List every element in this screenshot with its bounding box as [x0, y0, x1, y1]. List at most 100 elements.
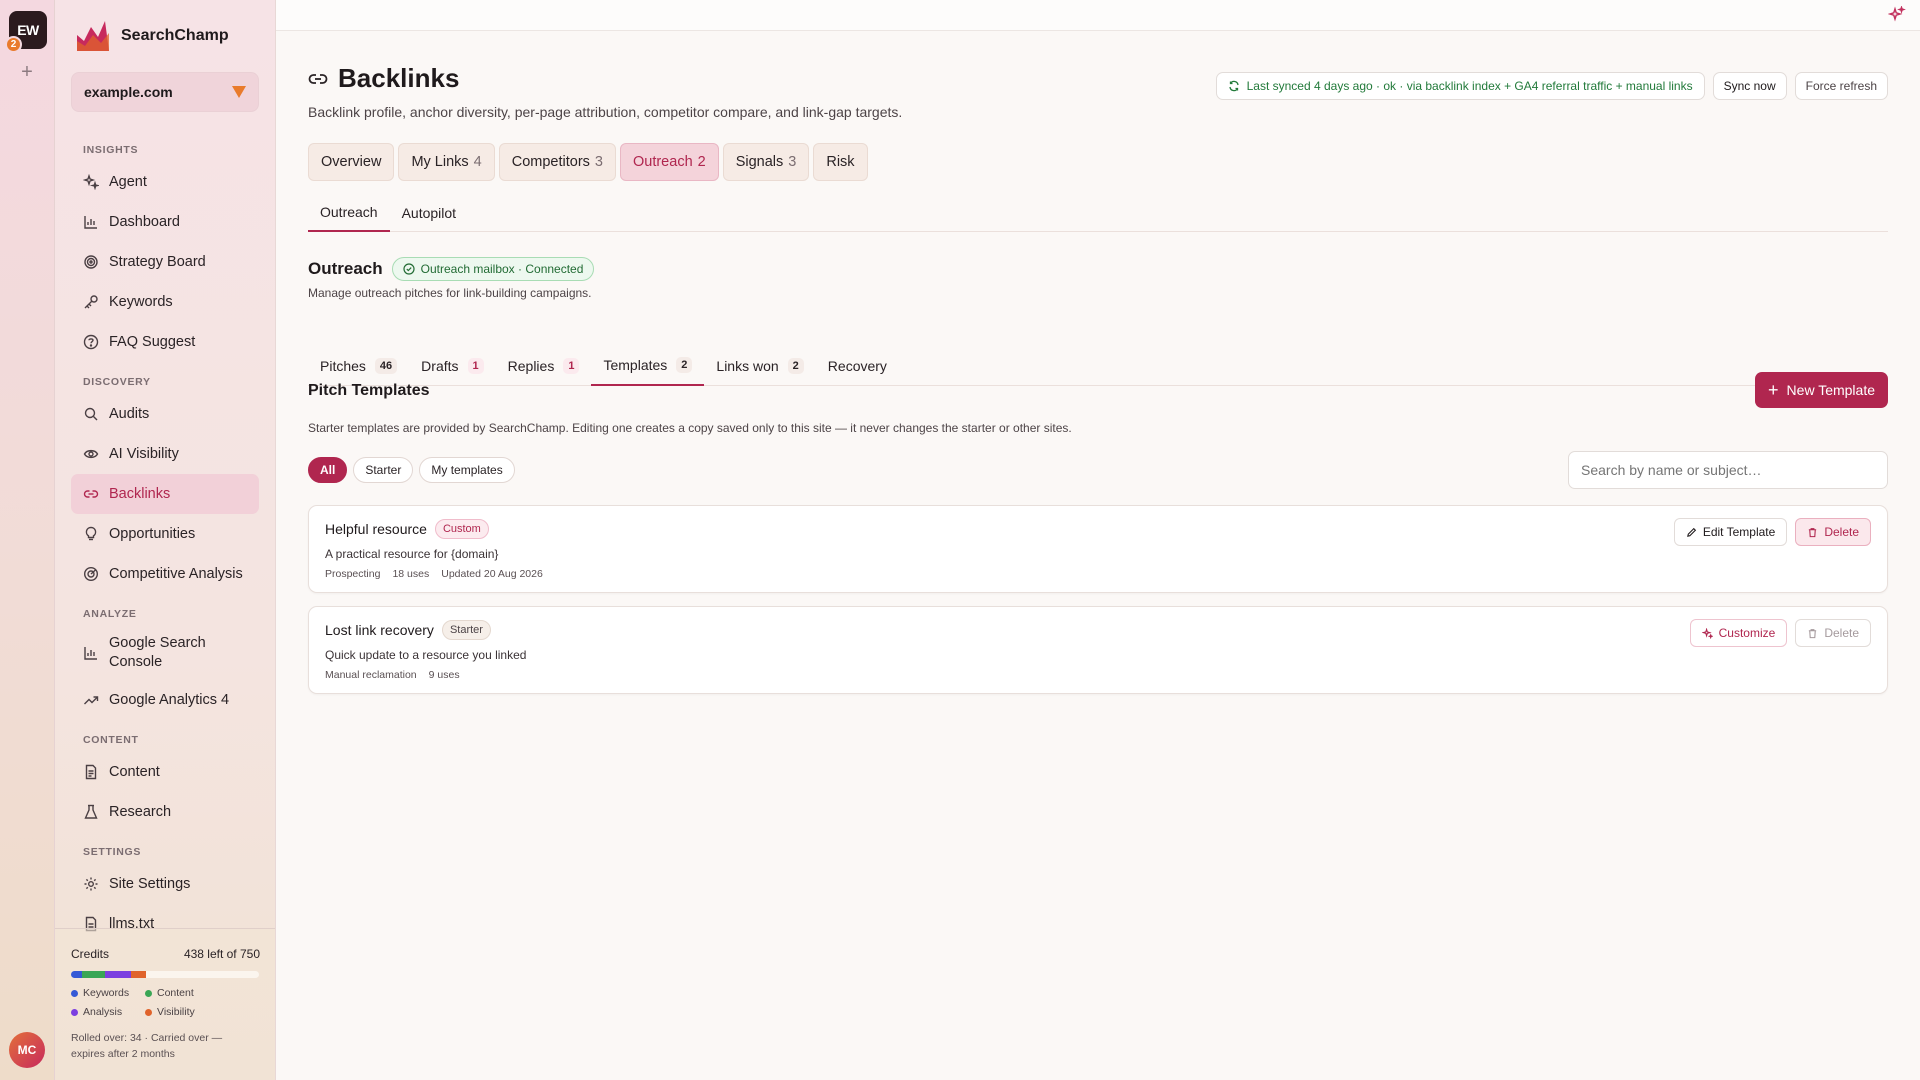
sidebar-item-faq-suggest[interactable]: FAQ Suggest [71, 322, 259, 362]
sidebar-item-label: Agent [109, 173, 147, 190]
tab-count: 3 [594, 154, 603, 170]
site-name: example.com [84, 84, 173, 100]
tab-competitors[interactable]: Competitors 3 [498, 143, 616, 181]
mailbox-status-text: Outreach mailbox · Connected [420, 262, 584, 276]
filter-my-templates[interactable]: My templates [419, 457, 515, 483]
sync-area: Last synced 4 days ago · ok · via backli… [1215, 72, 1888, 100]
tab-my-links[interactable]: My Links 4 [398, 143, 495, 181]
sidebar-item-label: Dashboard [109, 213, 180, 230]
tab-label: Risk [826, 154, 855, 170]
sidebar-item-label: FAQ Suggest [109, 333, 196, 350]
sidebar-item-label: Google Search Console [109, 635, 206, 670]
sidebar-item-competitive-analysis[interactable]: Competitive Analysis [71, 554, 259, 594]
page-title: Backlinks [338, 63, 460, 93]
sidebar-item-strategy-board[interactable]: Strategy Board [71, 242, 259, 282]
sidebar-item-audits[interactable]: Audits [71, 394, 259, 434]
trash-icon [1809, 527, 1817, 537]
link-icon [83, 490, 99, 498]
sidebar-item-label: AI Visibility [109, 445, 179, 462]
site-selector[interactable]: example.com [71, 72, 259, 112]
tab-label: Overview [321, 154, 382, 170]
sidebar-item-content[interactable]: Content [71, 752, 259, 792]
file-text-icon [85, 764, 97, 780]
template-updated: Updated 20 Aug 2026 [441, 568, 543, 580]
flask-icon [84, 804, 98, 819]
filter-starter[interactable]: Starter [353, 457, 414, 483]
button-label: Delete [1824, 525, 1859, 539]
user-avatar[interactable]: MC [9, 1032, 45, 1068]
sidebar-item-backlinks[interactable]: Backlinks [71, 474, 259, 514]
credits-bar-analysis [105, 971, 131, 978]
add-workspace-icon[interactable]: + [17, 62, 37, 82]
button-label: Edit Template [1702, 525, 1776, 539]
delete-template-button[interactable]: Delete [1795, 518, 1871, 546]
new-template-button[interactable]: + New Template [1755, 372, 1888, 408]
legend-label: Content [157, 987, 194, 999]
sidebar-item-dashboard[interactable]: Dashboard [71, 202, 259, 242]
lightbulb-icon [85, 526, 97, 541]
tab-label: Templates [603, 357, 668, 373]
tab-label: My Links [411, 154, 469, 170]
sync-now-button[interactable]: Sync now [1712, 72, 1787, 100]
edit-template-button[interactable]: Edit Template [1673, 518, 1788, 546]
sidebar-item-keywords[interactable]: Keywords [71, 282, 259, 322]
gear-icon [84, 877, 98, 891]
sidebar-item-google-analytics-4[interactable]: Google Analytics 4 [71, 680, 259, 720]
tab-overview[interactable]: Overview [308, 143, 395, 181]
legend-label: Visibility [157, 1006, 195, 1018]
sidebar-item-label: Keywords [109, 293, 173, 310]
tab-outreach[interactable]: Outreach 2 [619, 143, 719, 181]
template-category: Prospecting [325, 568, 381, 580]
template-search-input[interactable] [1568, 451, 1888, 489]
templates-title: Pitch Templates [308, 382, 430, 399]
main-tabs: Overview My Links 4 Competitors 3 Outreach… [308, 143, 868, 181]
bar-chart-icon [84, 216, 97, 229]
outreach-title: Outreach [308, 259, 383, 278]
tab-count: 2 [697, 154, 706, 170]
legend-visibility: Visibility [145, 1006, 235, 1018]
legend-label: Keywords [83, 987, 130, 999]
sidebar-item-label: Google Analytics 4 [109, 691, 230, 708]
sidebar-item-agent[interactable]: Agent [71, 162, 259, 202]
tab-risk[interactable]: Risk [813, 143, 868, 181]
delete-template-button[interactable]: Delete [1795, 619, 1871, 647]
subtab-autopilot[interactable]: Autopilot [390, 194, 468, 232]
template-name: Lost link recovery [325, 622, 434, 638]
sidebar-item-site-settings[interactable]: Site Settings [71, 864, 259, 904]
template-category: Manual reclamation [325, 669, 417, 681]
templates-header: Pitch Templates + New Template [308, 372, 1888, 408]
tab-label: Signals [735, 154, 784, 170]
sidebar-item-google-search-console[interactable]: Google Search Console [71, 626, 259, 680]
customize-template-button[interactable]: Customize [1689, 619, 1788, 647]
tab-signals[interactable]: Signals 3 [722, 143, 810, 181]
tab-label: Outreach [632, 154, 693, 170]
sparkles-icon[interactable] [1888, 6, 1906, 24]
button-label: Customize [1718, 626, 1776, 640]
template-meta: Prospecting 18 uses Updated 20 Aug 2026 [325, 568, 543, 580]
template-card: Helpful resource Custom A practical reso… [308, 505, 1888, 593]
legend-analysis: Analysis [71, 1006, 145, 1018]
bar-chart-icon [84, 647, 97, 660]
brand[interactable]: SearchChamp [75, 14, 229, 58]
force-refresh-button[interactable]: Force refresh [1794, 72, 1888, 100]
sidebar-item-label: Strategy Board [109, 253, 206, 270]
template-tag: Custom [434, 519, 489, 539]
templates-note: Starter templates are provided by Search… [308, 421, 1072, 435]
outreach-header: Outreach Outreach mailbox · Connected [308, 257, 595, 281]
sidebar-item-label: Audits [109, 405, 150, 422]
sparkles-icon [83, 174, 99, 190]
sidebar-item-opportunities[interactable]: Opportunities [71, 514, 259, 554]
filter-all[interactable]: All [308, 457, 348, 483]
sidebar-item-research[interactable]: Research [71, 792, 259, 832]
template-card: Lost link recovery Starter Quick update … [308, 606, 1888, 694]
subtab-outreach[interactable]: Outreach [308, 194, 390, 232]
refresh-icon [1228, 80, 1239, 92]
credits-bar-keywords [71, 971, 82, 978]
trash-icon [1809, 628, 1817, 638]
sidebar-item-ai-visibility[interactable]: AI Visibility [71, 434, 259, 474]
template-uses: 9 uses [428, 669, 460, 681]
legend-content: Content [145, 987, 235, 999]
eye-icon [83, 449, 99, 459]
workspace-rail: EW 2 + MC [0, 0, 55, 1080]
legend-label: Analysis [83, 1006, 123, 1018]
